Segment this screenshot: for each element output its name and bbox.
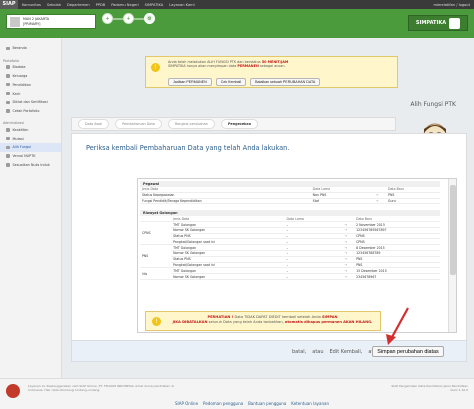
footer-link-ketentuan[interactable]: Ketentuan layanan	[291, 401, 329, 406]
sidebar-item-karir[interactable]: Karir	[0, 89, 61, 98]
sidebar-item-keaktifan[interactable]: Keaktifan	[0, 125, 61, 134]
top-nav-items: Komunitas Sekolah Departemen PPDB Padamu…	[22, 3, 195, 7]
status-alert: ! Anda telah melakukan ALIH FUNGSI PTK d…	[145, 56, 398, 88]
wizard-steps: Data Awal Pembaharuan Data Rangkai perub…	[71, 117, 396, 131]
sidebar-item-nuks-induk[interactable]: Sesuaikan Nuks Induk	[0, 161, 61, 170]
group-label: PNS	[140, 244, 172, 269]
simpatika-label: SIMPATIKA	[415, 20, 447, 26]
edit-again-link[interactable]: Edit Kembali,	[330, 349, 363, 355]
alert-line2-tail: sebagai acuan.	[258, 64, 286, 69]
step-data-awal[interactable]: Data Awal	[78, 119, 110, 129]
certificate-icon	[6, 100, 10, 105]
simpatika-badge[interactable]: SIMPATIKA	[408, 15, 468, 31]
school-icon	[10, 16, 20, 27]
nav-komunitas[interactable]: Komunitas	[22, 3, 41, 7]
scrollbar-thumb[interactable]	[450, 185, 456, 275]
user-icon	[6, 65, 10, 69]
sidebar-item-cetak[interactable]: Cetak Portofolio	[0, 107, 61, 116]
changes-table-box: Pegawai Jenis Data Data Lama Data Baru S…	[137, 178, 457, 333]
briefcase-icon	[6, 91, 10, 96]
footer-link-siap[interactable]: SIAP Online	[175, 401, 198, 406]
cancel-changes-button[interactable]: Batalkan sebuah PERUBAHAN DATA	[250, 78, 321, 86]
simpatika-logo-icon	[449, 17, 461, 29]
print-icon	[6, 109, 10, 113]
table-row: Nomor SK Golongan – → 2345678967	[140, 273, 440, 280]
nav-sekolah[interactable]: Sekolah	[47, 3, 61, 7]
alert-line1: Anda telah melakukan ALIH FUNGSI PTK dan…	[168, 60, 261, 64]
settings-icon	[6, 163, 10, 167]
nav-layanan-kami[interactable]: Layanan Kami	[169, 3, 194, 7]
sidebar-item-mutasi[interactable]: Mutasi	[0, 134, 61, 143]
app-header: MAN 2 JAKARTA [PRIMARY] SIMPATIKA	[0, 9, 474, 38]
or-text: atau	[312, 349, 324, 355]
action-bar: batal, atau Edit Kembali, atau Simpan pe…	[71, 340, 467, 362]
alert-line2: SIMPATIKA hanya akan menyimpan data	[168, 64, 238, 69]
confirm-text: Periksa kembali Pembaharuan Data yang te…	[86, 144, 290, 152]
arrow-right-icon: →	[337, 273, 355, 280]
header-steps: + + ⚙	[102, 13, 155, 24]
footer-version: Versi 1.10.0	[450, 388, 468, 392]
page-header: Alih Fungsi PTK	[71, 98, 466, 112]
sidebar-item-beranda[interactable]: Beranda	[0, 44, 61, 53]
switch-icon	[6, 145, 10, 150]
plus-icon[interactable]: +	[102, 13, 113, 24]
nav-ppdb[interactable]: PPDB	[96, 3, 106, 7]
footer-left-text: Layanan ini diselenggarakan oleh SIAP On…	[28, 384, 174, 392]
alert-line2-highlight: PERMANEN	[237, 64, 259, 69]
step-pembaharuan[interactable]: Pembaharuan Data	[115, 119, 162, 129]
sidebar-item-keluarga[interactable]: Keluarga	[0, 72, 61, 81]
nav-departemen[interactable]: Departemen	[67, 3, 90, 7]
cancel-link[interactable]: batal,	[292, 349, 306, 355]
telkom-logo	[6, 384, 20, 398]
footer-link-bantuan[interactable]: Bantuan pengguna	[248, 401, 286, 406]
table-scrollbar[interactable]	[448, 179, 456, 332]
make-permanent-button[interactable]: Jadikan PERMANEN	[168, 78, 212, 86]
siap-logo[interactable]: SIAP	[0, 0, 18, 9]
step-rangkai[interactable]: Rangkai perubahan	[167, 119, 215, 129]
school-selector[interactable]: MAN 2 JAKARTA [PRIMARY]	[6, 14, 96, 29]
alert-line1-highlight: 50 MENIT/JAM	[261, 60, 289, 64]
page-title: Alih Fungsi PTK	[410, 101, 456, 108]
sidebar-item-verval-nuptk[interactable]: Verval NUPTK	[0, 152, 61, 161]
top-navigation: SIAP Komunitas Sekolah Departemen PPDB P…	[0, 0, 474, 9]
table-golongan: Jenis Data Data Lama Data Baru CPNS TMT G…	[140, 216, 440, 280]
sidebar: Beranda Portofolio Biodata Keluarga Pend…	[0, 38, 62, 378]
verify-icon	[6, 154, 10, 158]
group-label: iiiis	[140, 267, 172, 280]
gear-icon[interactable]: ⚙	[144, 13, 155, 24]
sidebar-item-biodata[interactable]: Biodata	[0, 63, 61, 72]
home-icon	[6, 46, 10, 51]
add-icon[interactable]: +	[123, 13, 134, 24]
school-sub: [PRIMARY]	[23, 21, 41, 26]
nav-padamu-negeri[interactable]: Padamu Negeri	[111, 3, 138, 7]
table-row: Fungsi Pendidik/Tenaga Kependidikan Staf →…	[140, 198, 440, 205]
save-changes-button[interactable]: Simpan perubahan diatas	[372, 346, 444, 357]
activity-icon	[6, 128, 10, 132]
sidebar-item-alih-fungsi[interactable]: Alih Fungsi	[0, 143, 61, 152]
user-logout[interactable]: mierelatifan / logout	[433, 3, 470, 7]
group-label: CPNS	[140, 221, 172, 246]
save-warning: ! PERHATIAN ! Data TIDAK DAPAT DIEDIT ke…	[145, 311, 381, 331]
education-icon	[6, 82, 10, 87]
school-name: MAN 2 JAKARTA	[23, 17, 50, 22]
arrow-right-icon: →	[368, 198, 387, 205]
sidebar-item-diklat[interactable]: Diklat dan Sertifikasi	[0, 98, 61, 107]
step-pengecekan[interactable]: Pengecekan	[220, 119, 259, 129]
footer: Layanan ini diselenggarakan oleh SIAP On…	[0, 378, 474, 409]
warning-icon: !	[151, 63, 160, 72]
sidebar-item-pendidikan[interactable]: Pendidikan	[0, 80, 61, 89]
family-icon	[6, 74, 10, 78]
check-again-button[interactable]: Cek Kembali	[215, 78, 247, 86]
transfer-icon	[6, 136, 10, 141]
nav-simpatika[interactable]: SIMPATIKA	[145, 3, 164, 7]
warning-icon: !	[152, 317, 161, 326]
table-pegawai: Jenis Data Data Lama Data Baru Status Ke…	[140, 187, 440, 205]
footer-link-pedoman[interactable]: Pedoman pengguna	[203, 401, 243, 406]
